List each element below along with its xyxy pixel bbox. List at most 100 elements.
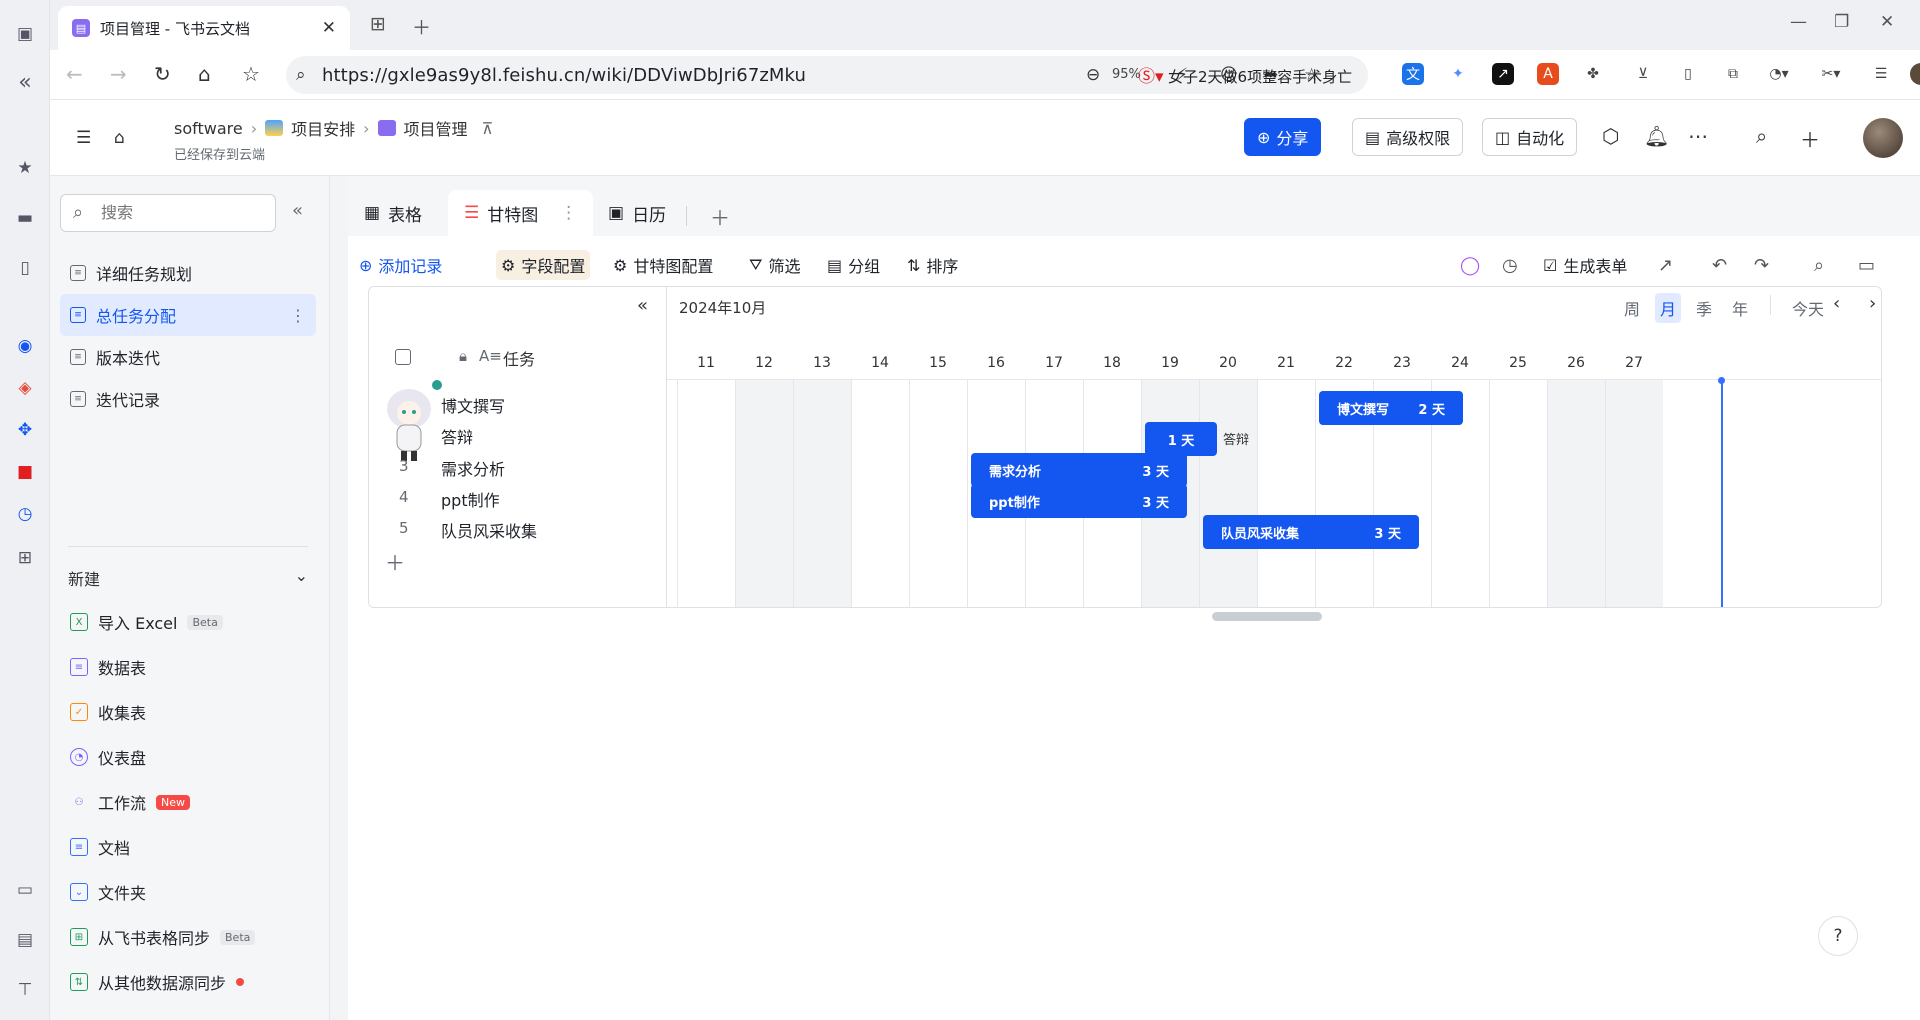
sidebar-toggle-icon[interactable]: ▣	[13, 22, 37, 46]
task-name[interactable]: 博文撰写	[441, 393, 505, 417]
restore-icon[interactable]: ❐	[1834, 12, 1849, 32]
history-icon[interactable]: ◔▾	[1768, 63, 1790, 85]
breadcrumb-item[interactable]: software	[174, 119, 243, 138]
new-sync-feishu-sheet[interactable]: ⊞ 从飞书表格同步 Beta	[70, 922, 256, 952]
collapse-rail-icon[interactable]: «	[13, 70, 37, 95]
browser-tab[interactable]: ▤ 项目管理 - 飞书云文档 ✕	[58, 6, 350, 50]
download-icon[interactable]: ⊻	[1632, 63, 1654, 85]
reload-icon[interactable]: ↻	[154, 62, 171, 86]
new-datatable[interactable]: ≡ 数据表	[70, 652, 146, 682]
outline-toggle-icon[interactable]: ☰	[76, 128, 91, 148]
ai-app-icon[interactable]: ◈	[13, 376, 37, 400]
ai-spark-ext-icon[interactable]: ✦	[1447, 63, 1469, 85]
add-record-button[interactable]: ⊕ 添加记录	[354, 250, 447, 280]
group-button[interactable]: ▤ 分组	[822, 250, 885, 280]
mobile-icon[interactable]: ▯	[1677, 63, 1699, 85]
screenshot-icon[interactable]: ⧉	[1722, 63, 1744, 85]
pin-icon[interactable]: ⊤	[13, 978, 37, 1002]
stock-ext-icon[interactable]: ↗	[1492, 63, 1514, 85]
gantt-bar[interactable]: 博文撰写 2 天	[1319, 391, 1463, 425]
gantt-bar[interactable]: 需求分析 3 天	[971, 453, 1187, 487]
new-tab-icon[interactable]: ＋	[412, 13, 431, 40]
advanced-permission-button[interactable]: ▤ 高级权限	[1352, 118, 1464, 156]
tab-calendar[interactable]: ▣ 日历	[592, 190, 682, 236]
search-app-icon[interactable]: ◉	[13, 334, 37, 358]
new-sync-other-source[interactable]: ⇅ 从其他数据源同步	[70, 967, 245, 997]
scissors-icon[interactable]: ✂▾	[1820, 63, 1842, 85]
tab-gantt[interactable]: ☰ 甘特图 ⋮	[448, 190, 594, 236]
more-vertical-icon[interactable]: ⋮	[290, 306, 306, 325]
next-period-icon[interactable]: ›	[1869, 293, 1876, 314]
clock-icon[interactable]: ◷	[13, 502, 37, 526]
add-app-icon[interactable]: ⊞	[13, 546, 37, 570]
task-name[interactable]: 答辩	[441, 424, 473, 448]
back-icon[interactable]: ←	[66, 62, 83, 86]
gantt-bar[interactable]: ppt制作 3 天	[971, 484, 1187, 518]
add-icon[interactable]: ＋	[1800, 124, 1820, 153]
tab-grid-icon[interactable]: ⊞	[370, 13, 386, 35]
undo-icon[interactable]: ↶	[1712, 255, 1727, 276]
home-nav-icon[interactable]: ⌂	[114, 128, 125, 148]
breadcrumb-current[interactable]: 项目管理	[404, 116, 468, 140]
new-import-excel[interactable]: X 导入 Excel Beta	[70, 607, 223, 637]
gantt-bar[interactable]: 队员风采收集 3 天	[1203, 515, 1419, 549]
find-icon[interactable]: ⌕	[1814, 255, 1824, 276]
history-icon[interactable]: ◷	[1502, 255, 1518, 276]
news-app-icon[interactable]: ■	[13, 460, 37, 484]
horizontal-scrollbar[interactable]	[1212, 612, 1322, 621]
scale-month[interactable]: 月	[1655, 293, 1682, 323]
generate-form-button[interactable]: ☑ 生成表单	[1538, 250, 1632, 280]
phone-icon[interactable]: ▯	[13, 256, 37, 280]
task-column-header[interactable]: 任务	[503, 346, 535, 370]
add-row-icon[interactable]: ＋	[385, 547, 405, 576]
sort-button[interactable]: ⇅ 排序	[902, 250, 963, 280]
gantt-config-button[interactable]: ⚙ 甘特图配置	[608, 250, 718, 280]
upload-folder-icon[interactable]: ▭	[13, 878, 37, 902]
redo-icon[interactable]: ↷	[1754, 255, 1769, 276]
today-button[interactable]: 今天	[1787, 293, 1829, 323]
scale-year[interactable]: 年	[1727, 293, 1753, 323]
new-doc[interactable]: ≡ 文档	[70, 832, 130, 862]
new-workflow[interactable]: ⚇ 工作流 New	[70, 787, 191, 817]
sidebar-item-iteration-log[interactable]: ≡ 迭代记录	[60, 378, 316, 420]
sidebar-item-detail-plan[interactable]: ≡ 详细任务规划	[60, 252, 316, 294]
share-view-icon[interactable]: ↗	[1658, 255, 1673, 276]
new-section-header[interactable]: 新建 ⌄	[68, 566, 308, 590]
more-icon[interactable]: ⋯	[1688, 124, 1708, 148]
translate-ext-icon[interactable]: 文	[1402, 63, 1424, 85]
filter-button[interactable]: ⛛ 筛选	[744, 250, 805, 280]
new-dashboard[interactable]: ◔ 仪表盘	[70, 742, 146, 772]
plugin-icon[interactable]: ⬡	[1602, 124, 1619, 148]
bookmark-star-icon[interactable]: ☆	[242, 62, 260, 86]
scale-week[interactable]: 周	[1619, 293, 1645, 323]
sidebar-item-version[interactable]: ≡ 版本迭代	[60, 336, 316, 378]
field-config-button[interactable]: ⚙ 字段配置	[496, 250, 591, 280]
scale-quarter[interactable]: 季	[1691, 293, 1717, 323]
minimize-icon[interactable]: —	[1790, 12, 1807, 32]
new-form[interactable]: ✓ 收集表	[70, 697, 146, 727]
add-view-icon[interactable]: ＋	[710, 202, 730, 231]
collapse-list-icon[interactable]: «	[637, 295, 648, 316]
prev-period-icon[interactable]: ‹	[1833, 293, 1840, 314]
share-button[interactable]: ⊕ 分享	[1244, 118, 1322, 156]
browser-profile-avatar[interactable]	[1910, 63, 1920, 85]
favorites-icon[interactable]: ★	[13, 156, 37, 180]
breadcrumb-item[interactable]: 项目安排	[291, 116, 355, 140]
close-tab-icon[interactable]: ✕	[322, 18, 336, 38]
search-input[interactable]	[101, 203, 261, 222]
ai-circle-icon[interactable]: ◯	[1460, 255, 1480, 276]
extensions-icon[interactable]: ✤	[1582, 63, 1604, 85]
search-box[interactable]: ⌕	[60, 194, 276, 232]
pin-title-icon[interactable]: ⊼	[482, 119, 494, 138]
news-text[interactable]: 女子2天做6项整容手术身亡	[1168, 66, 1358, 87]
paw-icon[interactable]: ✥	[13, 418, 37, 442]
news-ticker[interactable]: 女子2天做6项整容手术身亡	[1120, 56, 1370, 94]
tab-table[interactable]: ▦ 表格	[348, 190, 438, 236]
bell-icon[interactable]: 🔔︎	[1644, 124, 1669, 148]
sidebar-item-task-assignment[interactable]: ≡ 总任务分配 ⋮	[60, 294, 316, 336]
url-text[interactable]: https://gxle9as9y8l.feishu.cn/wiki/DDViw…	[322, 65, 806, 86]
zoom-icon[interactable]: ⊖	[1086, 65, 1100, 85]
search-icon[interactable]: ⌕	[1756, 124, 1767, 148]
pdf-ext-icon[interactable]: A	[1537, 63, 1559, 85]
forward-icon[interactable]: →	[110, 62, 127, 86]
